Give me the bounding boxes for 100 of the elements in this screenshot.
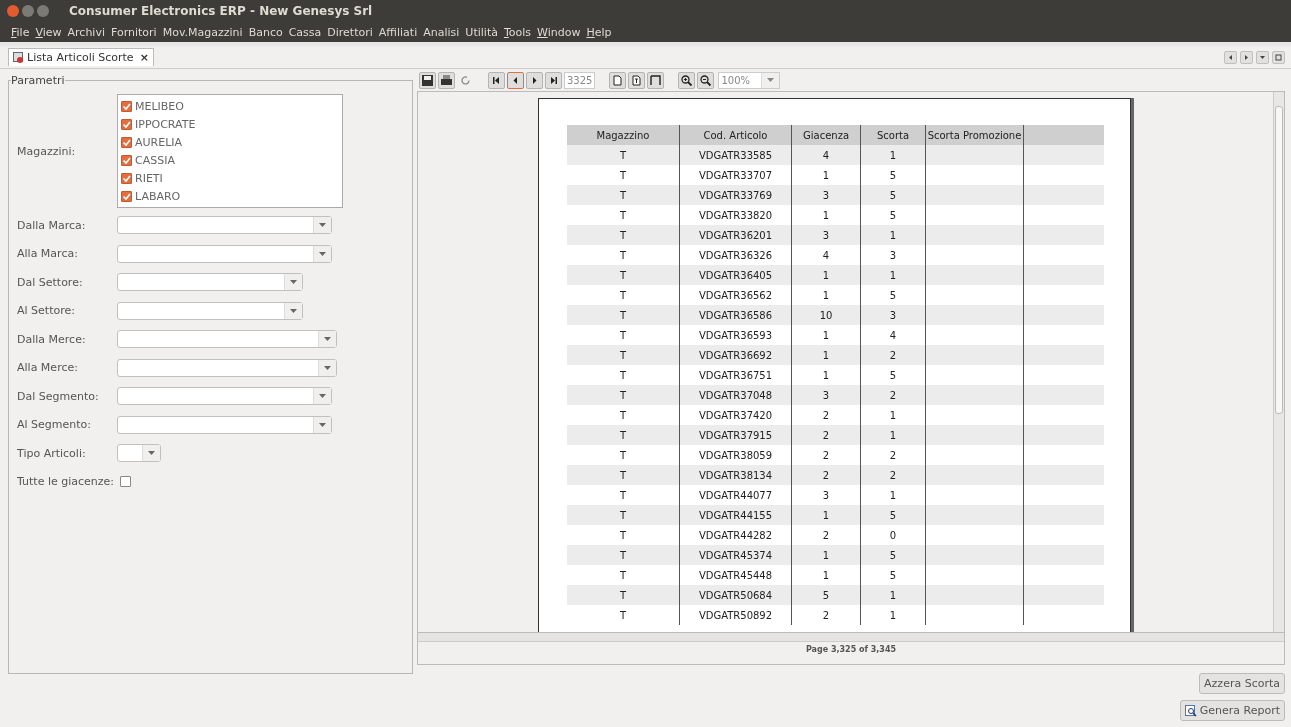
last-page-icon[interactable] (545, 71, 562, 89)
table-cell: T (567, 605, 680, 625)
field-label: Tutte le giacenze: (17, 475, 115, 489)
page-number-field[interactable]: 3325 (564, 71, 596, 89)
menu-item[interactable]: Window (537, 25, 581, 39)
vertical-scrollbar[interactable] (1273, 92, 1284, 632)
table-cell: T (567, 505, 680, 525)
minimize-button[interactable] (22, 5, 34, 17)
menu-item[interactable]: Banco (248, 25, 283, 39)
table-cell: 1 (860, 225, 926, 245)
checkbox[interactable] (121, 172, 132, 184)
close-button[interactable] (7, 5, 19, 17)
menu-item[interactable]: File (11, 25, 30, 39)
field-label: Dalla Marca: (17, 218, 87, 232)
warehouse-label: IPPOCRATE (135, 117, 196, 131)
menu-item[interactable]: Direttori (327, 25, 373, 39)
menu-item[interactable]: Fornitori (111, 25, 157, 39)
menu-item[interactable]: Archivi (67, 25, 105, 39)
menu-item[interactable]: Help (586, 25, 612, 39)
table-cell: T (567, 305, 680, 325)
field-label: Magazzini: (17, 144, 77, 158)
warehouse-label: LABARO (135, 189, 181, 203)
print-icon[interactable] (438, 71, 455, 89)
dropdown-field[interactable] (117, 273, 303, 292)
table-cell: 2 (791, 605, 861, 625)
next-page-icon[interactable] (526, 71, 543, 89)
checkbox[interactable] (121, 100, 132, 112)
maximize-icon[interactable] (1272, 50, 1285, 64)
report-search-icon (1184, 704, 1197, 717)
field-label: Dal Segmento: (17, 389, 100, 403)
table-cell: 1 (860, 425, 926, 445)
dropdown-field[interactable] (117, 216, 332, 235)
table-cell: VDGATR36586 (679, 305, 792, 325)
page-icon[interactable] (609, 71, 627, 89)
previous-page-icon[interactable] (507, 71, 524, 89)
generate-report-button[interactable]: Genera Report (1179, 700, 1285, 721)
window-title: Consumer Electronics ERP - New Genesys Srl (68, 4, 373, 18)
checkbox[interactable] (121, 190, 132, 202)
tab-label: Lista Articoli Scorte (27, 51, 134, 64)
horizontal-scrollbar[interactable] (418, 632, 1284, 642)
table-cell: 5 (860, 505, 926, 525)
table-cell: T (567, 225, 680, 245)
table-cell: 1 (791, 265, 861, 285)
warehouse-label: MELIBEO (135, 99, 184, 113)
close-icon[interactable]: × (139, 51, 149, 64)
field-label: Al Segmento: (17, 418, 92, 432)
zoom-out-icon[interactable] (697, 71, 715, 89)
menu-item[interactable]: View (35, 25, 62, 39)
table-cell: T (567, 345, 680, 365)
table-cell: T (567, 265, 680, 285)
checkbox[interactable] (121, 154, 132, 166)
table-cell: VDGATR33585 (679, 145, 792, 165)
dropdown-field[interactable] (117, 301, 303, 320)
menu-item[interactable]: Analisi (423, 25, 460, 39)
table-cell: 3 (791, 385, 861, 405)
table-cell: 3 (791, 225, 861, 245)
zoom-in-icon[interactable] (678, 71, 696, 89)
table-cell: T (567, 545, 680, 565)
table-cell: 2 (791, 465, 861, 485)
column-header: Giacenza (791, 125, 861, 145)
table-cell: 1 (791, 545, 861, 565)
table-cell: 2 (791, 425, 861, 445)
dropdown-field[interactable] (117, 244, 332, 263)
menu-item[interactable]: Cassa (288, 25, 322, 39)
menu-item[interactable]: Tools (503, 25, 532, 39)
field-label: Dalla Merce: (17, 332, 87, 346)
menu-item[interactable]: Affiliati (378, 25, 418, 39)
fit-page-icon[interactable] (647, 71, 665, 89)
table-cell: VDGATR36201 (679, 225, 792, 245)
field-label: Dal Settore: (17, 275, 84, 289)
checkbox[interactable] (121, 136, 132, 148)
page-width-icon[interactable] (628, 71, 646, 89)
menu-item[interactable]: Utilità (465, 25, 498, 39)
dropdown-field[interactable] (117, 358, 337, 377)
dropdown-field[interactable] (117, 387, 332, 406)
panel-title: Parametri (11, 74, 65, 87)
dropdown-field[interactable] (117, 330, 337, 349)
dropdown-field[interactable] (117, 415, 332, 434)
reset-button[interactable]: Azzera Scorta (1199, 673, 1285, 694)
dropdown-field[interactable] (117, 444, 161, 463)
table-cell: VDGATR50684 (679, 585, 792, 605)
first-page-icon[interactable] (488, 71, 505, 89)
maximize-button[interactable] (37, 5, 49, 17)
table-cell: 2 (860, 345, 926, 365)
report-icon (13, 52, 24, 63)
column-header: Cod. Articolo (679, 125, 792, 145)
table-cell: 1 (791, 505, 861, 525)
save-icon[interactable] (419, 71, 436, 89)
caret-icon (148, 451, 155, 456)
checkbox[interactable] (120, 476, 132, 488)
menu-item[interactable]: Mov.Magazzini (162, 25, 243, 39)
caret-icon (319, 251, 326, 256)
checkbox[interactable] (121, 118, 132, 130)
dropdown-icon[interactable] (1256, 50, 1269, 64)
table-cell: T (567, 585, 680, 605)
field-label: Alla Merce: (17, 361, 79, 375)
page-indicator: Page 3,325 of 3,345 (804, 644, 898, 656)
zoom-dropdown[interactable]: 100% (718, 71, 781, 89)
document-tab[interactable]: Lista Articoli Scorte × (8, 48, 154, 66)
table-cell: T (567, 425, 680, 445)
